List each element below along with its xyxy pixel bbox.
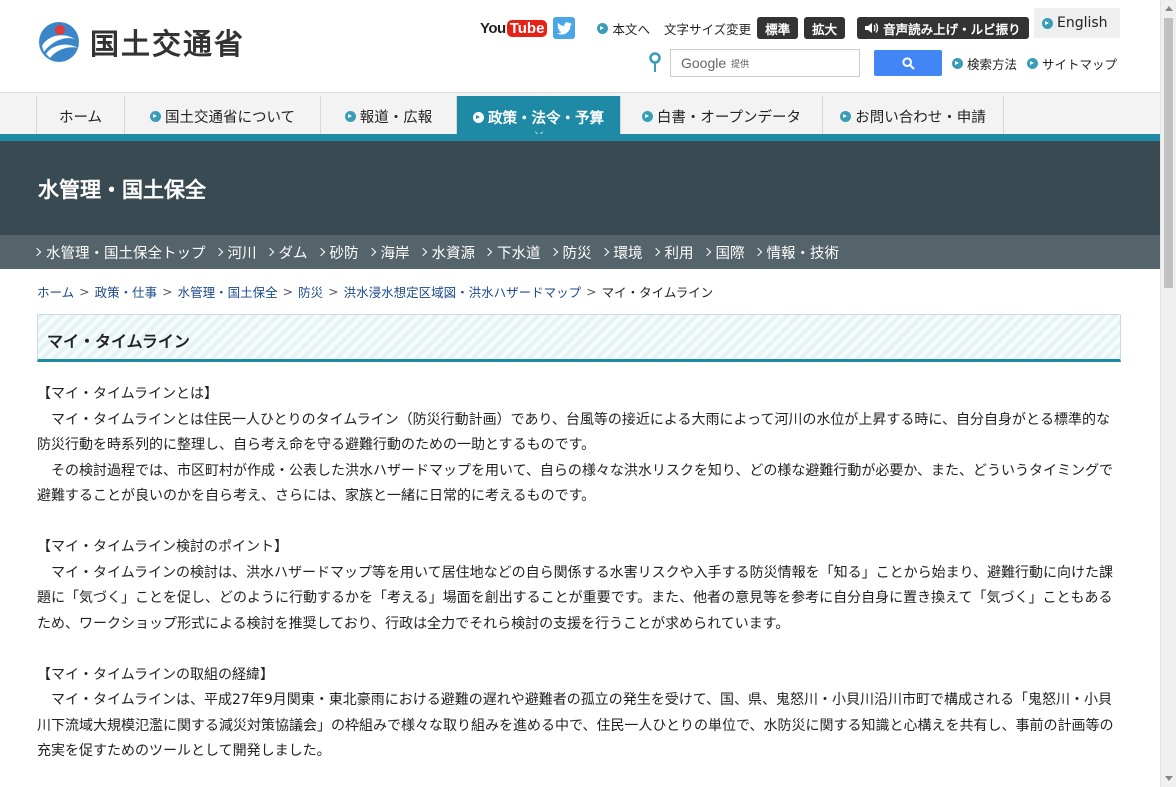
search-icon [901, 56, 915, 70]
breadcrumb-separator: > [586, 284, 597, 299]
chevron-right-icon [316, 247, 325, 257]
site-search: Google 提供 検索方法 サイトマップ [648, 48, 1117, 78]
breadcrumb-link-disaster[interactable]: 防災 [298, 282, 323, 301]
breadcrumb: ホーム > 政策・仕事 > 水管理・国土保全 > 防災 > 洪水浸水想定区域図・… [37, 282, 713, 301]
breadcrumb-current: マイ・タイムライン [601, 285, 714, 300]
gnav-item-press[interactable]: 報道・広報 [320, 96, 456, 136]
subnav-item-sewerage[interactable]: 下水道 [483, 242, 541, 263]
section-subnav: 水管理・国土保全トップ 河川 ダム 砂防 海岸 水資源 下水道 防災 環境 利用… [0, 235, 1160, 269]
gnav-item-about[interactable]: 国土交通省について [124, 96, 320, 136]
logo-text: 国土交通省 [90, 27, 246, 61]
youtube-link[interactable]: You Tube [480, 17, 548, 39]
section-title: 水管理・国土保全 [38, 178, 206, 202]
breadcrumb-separator: > [282, 284, 294, 299]
font-size-label: 文字サイズ変更 [663, 21, 752, 37]
search-help-link[interactable]: 検索方法 [952, 54, 1017, 73]
mlit-logo[interactable]: 国土交通省 [36, 20, 245, 64]
main-content: 【マイ・タイムラインとは】 マイ・タイムラインとは住民一人ひとりのタイムライン（… [37, 382, 1121, 765]
arrow-bullet-icon [840, 110, 852, 122]
section-heading: 【マイ・タイムラインの取組の経緯】 [37, 666, 275, 683]
arrow-bullet-icon [1042, 17, 1053, 29]
subnav-item-use[interactable]: 利用 [651, 242, 694, 263]
body-paragraph: マイ・タイムラインの検討は、洪水ハザードマップ等を用いて居住地などの自ら関係する… [37, 564, 1114, 632]
global-nav: ホーム 国土交通省について 報道・広報 政策・法令・予算 白書・オープンデータ … [0, 92, 1160, 140]
body-paragraph: マイ・タイムラインとは住民一人ひとりのタイムライン（防災行動計画）であり、台風等… [37, 411, 1110, 454]
section-heading: 【マイ・タイムラインとは】 [37, 386, 219, 402]
subnav-item-disaster[interactable]: 防災 [549, 242, 592, 263]
subnav-item-coast[interactable]: 海岸 [367, 242, 410, 263]
vertical-scrollbar[interactable] [1160, 0, 1176, 787]
chevron-right-icon [418, 247, 427, 257]
subnav-item-info-tech[interactable]: 情報・技術 [753, 242, 839, 263]
breadcrumb-link-water[interactable]: 水管理・国土保全 [178, 282, 278, 301]
gnav-accent-bar [0, 134, 1160, 141]
arrow-bullet-icon [1027, 57, 1039, 69]
location-pin-icon [648, 52, 662, 74]
gnav-item-home[interactable]: ホーム [36, 96, 124, 136]
youtube-logo-text: You [480, 19, 506, 37]
chevron-right-icon [265, 247, 274, 257]
breadcrumb-link-hazardmap[interactable]: 洪水浸水想定区域図・洪水ハザードマップ [344, 282, 582, 301]
subnav-item-environment[interactable]: 環境 [600, 242, 643, 263]
chevron-right-icon [753, 247, 762, 257]
section-heading: 【マイ・タイムライン検討のポイント】 [37, 539, 289, 555]
subnav-item-sabo[interactable]: 砂防 [316, 242, 359, 263]
scroll-up-arrow-icon[interactable] [1165, 6, 1173, 11]
scroll-down-arrow-icon[interactable] [1165, 776, 1173, 781]
english-link[interactable]: English [1034, 8, 1120, 38]
subnav-item-river[interactable]: 河川 [214, 242, 257, 263]
scrollbar-thumb[interactable] [1164, 18, 1173, 288]
arrow-bullet-icon [641, 110, 653, 122]
body-paragraph: その検討過程では、市区町村が作成・公表した洪水ハザードマップを用いて、自らの様々… [37, 462, 1114, 505]
breadcrumb-separator: > [328, 284, 339, 299]
arrow-bullet-icon [473, 111, 484, 123]
speaker-icon [865, 23, 879, 33]
chevron-right-icon [367, 247, 376, 257]
page-title-box: マイ・タイムライン [37, 314, 1121, 362]
chevron-right-icon [549, 247, 558, 257]
mlit-emblem-icon [36, 20, 82, 64]
skip-to-content-link[interactable]: 本文へ [597, 19, 650, 38]
gnav-item-policy[interactable]: 政策・法令・予算 [456, 96, 620, 138]
google-provided-text: 提供 [731, 58, 750, 69]
subnav-item-international[interactable]: 国際 [702, 242, 745, 263]
gnav-item-contact[interactable]: お問い合わせ・申請 [822, 96, 1004, 136]
search-input[interactable]: Google 提供 [670, 49, 860, 77]
page-title: マイ・タイムライン [47, 332, 190, 351]
chevron-right-icon [702, 247, 711, 257]
breadcrumb-separator: > [79, 284, 90, 299]
breadcrumb-link-policy[interactable]: 政策・仕事 [95, 282, 158, 301]
chevron-right-icon [214, 247, 223, 257]
chevron-right-icon [651, 247, 660, 257]
font-large-button[interactable]: 拡大 [804, 17, 846, 39]
font-standard-button[interactable]: 標準 [757, 17, 799, 39]
breadcrumb-link-home[interactable]: ホーム [37, 282, 74, 301]
search-button[interactable] [874, 50, 942, 76]
section-banner: 水管理・国土保全 [0, 141, 1160, 235]
twitter-icon[interactable] [553, 17, 576, 39]
chevron-right-icon [32, 247, 42, 257]
body-paragraph: マイ・タイムラインは、平成27年9月関東・東北豪雨における避難の遅れや避難者の孤… [37, 692, 1114, 759]
subnav-item-dam[interactable]: ダム [265, 242, 308, 263]
youtube-logo-badge: Tube [506, 19, 548, 37]
breadcrumb-separator: > [162, 284, 173, 299]
google-brand-text: Google [681, 55, 727, 71]
arrow-bullet-icon [149, 110, 161, 122]
subnav-item-top[interactable]: 水管理・国土保全トップ [32, 242, 206, 263]
chevron-right-icon [483, 247, 493, 257]
utility-links: You Tube 本文へ 文字サイズ変更 標準 拡大 音声読み上げ・ルビ振り [480, 16, 1029, 40]
gnav-item-whitepaper[interactable]: 白書・オープンデータ [620, 96, 822, 136]
subnav-item-water-resources[interactable]: 水資源 [418, 242, 475, 263]
arrow-bullet-icon [344, 110, 356, 122]
arrow-bullet-icon [597, 22, 609, 34]
site-header: 国土交通省 You Tube 本文へ 文字サイズ変更 標準 拡大 音声読み上げ・… [0, 0, 1160, 92]
sitemap-link[interactable]: サイトマップ [1027, 54, 1117, 73]
arrow-bullet-icon [952, 57, 963, 69]
speech-ruby-button[interactable]: 音声読み上げ・ルビ振り [857, 17, 1029, 39]
chevron-right-icon [600, 247, 609, 257]
